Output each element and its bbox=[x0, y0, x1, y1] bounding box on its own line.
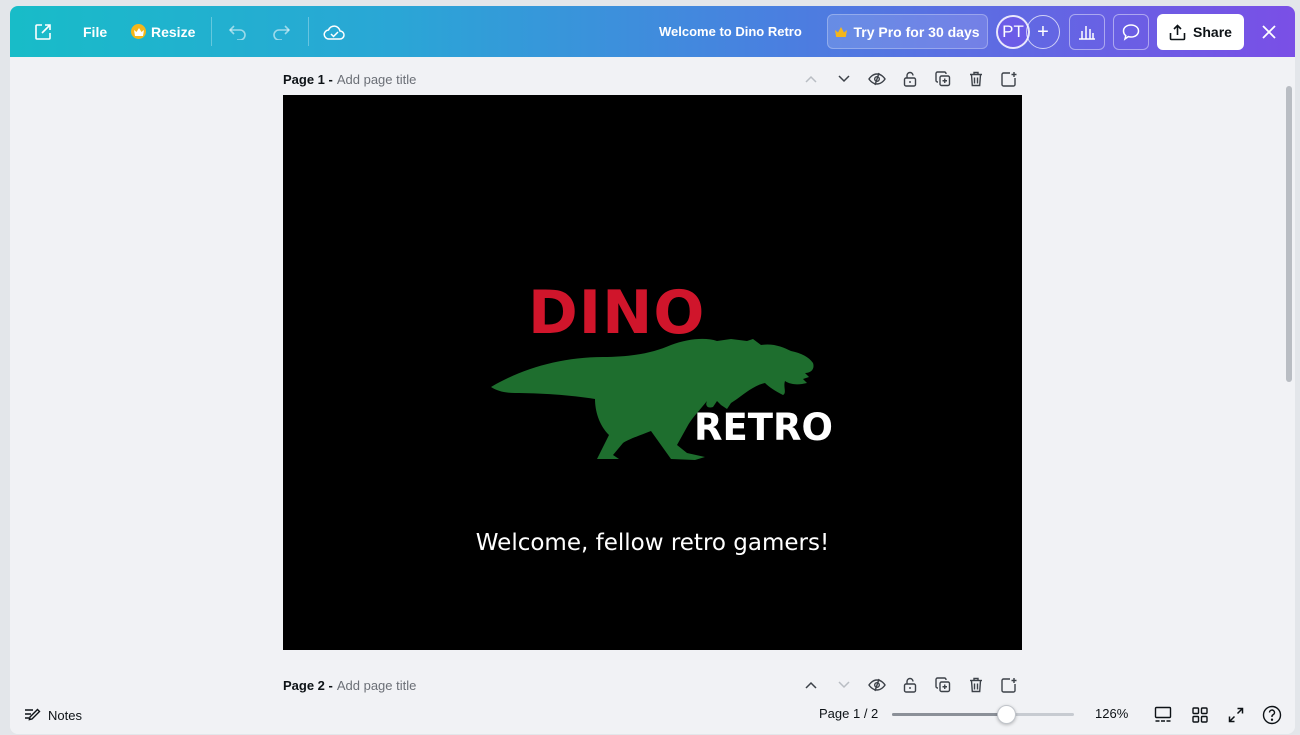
avatar[interactable]: PT bbox=[996, 15, 1030, 49]
top-bar: File Resize Welcome to Dino Retro Try Pr… bbox=[10, 6, 1295, 57]
comments-button[interactable] bbox=[1113, 14, 1149, 50]
try-pro-label: Try Pro for 30 days bbox=[853, 23, 980, 40]
redo-icon[interactable] bbox=[264, 15, 298, 49]
lock-icon[interactable] bbox=[898, 68, 922, 90]
document-title[interactable]: Welcome to Dino Retro bbox=[659, 6, 802, 57]
chevron-up-icon[interactable] bbox=[799, 674, 823, 696]
lock-icon[interactable] bbox=[898, 674, 922, 696]
divider bbox=[308, 17, 309, 46]
page-view-icon[interactable] bbox=[1151, 703, 1175, 727]
page-title-input[interactable]: Add page title bbox=[337, 72, 417, 87]
hide-page-icon[interactable] bbox=[865, 674, 889, 696]
page-label: Page 2 - bbox=[283, 677, 333, 693]
undo-icon[interactable] bbox=[221, 15, 255, 49]
zoom-slider-fill bbox=[892, 713, 1007, 716]
editor-window: File Resize Welcome to Dino Retro Try Pr… bbox=[10, 6, 1295, 734]
upload-icon bbox=[1169, 23, 1186, 40]
resize-button[interactable]: Resize bbox=[131, 6, 195, 57]
design-canvas-page-1[interactable]: DINO RETRO Welcome, fellow retro gamers! bbox=[283, 95, 1022, 650]
add-page-icon[interactable] bbox=[997, 674, 1021, 696]
notes-icon bbox=[25, 708, 41, 721]
chevron-down-icon[interactable] bbox=[832, 674, 856, 696]
vertical-scrollbar[interactable] bbox=[1286, 86, 1292, 382]
page-label: Page 1 - bbox=[283, 71, 333, 87]
notes-button[interactable]: Notes bbox=[24, 704, 82, 726]
trash-icon[interactable] bbox=[964, 674, 988, 696]
grid-view-icon[interactable] bbox=[1188, 703, 1212, 727]
resize-label: Resize bbox=[151, 23, 196, 40]
duplicate-page-icon[interactable] bbox=[931, 674, 955, 696]
chevron-up-icon[interactable] bbox=[799, 68, 823, 90]
try-pro-button[interactable]: Try Pro for 30 days bbox=[827, 14, 988, 49]
share-label: Share bbox=[1193, 24, 1232, 40]
open-external-icon[interactable] bbox=[26, 15, 60, 49]
share-button[interactable]: Share bbox=[1157, 14, 1244, 50]
trash-icon[interactable] bbox=[964, 68, 988, 90]
bar-chart-icon bbox=[1079, 26, 1095, 40]
comment-icon bbox=[1122, 24, 1140, 41]
page-1-header: Page 1 - Add page title bbox=[283, 68, 1023, 90]
crown-icon bbox=[835, 26, 848, 37]
page-2-header: Page 2 - Add page title bbox=[283, 674, 1023, 696]
file-menu[interactable]: File bbox=[83, 6, 107, 57]
help-icon[interactable] bbox=[1260, 703, 1284, 727]
cloud-saved-icon[interactable] bbox=[317, 15, 351, 49]
page-title-input[interactable]: Add page title bbox=[337, 678, 417, 693]
fullscreen-icon[interactable] bbox=[1224, 703, 1248, 727]
close-icon[interactable] bbox=[1252, 15, 1286, 49]
zoom-slider-handle[interactable] bbox=[997, 705, 1016, 724]
add-collaborator-button[interactable]: + bbox=[1026, 15, 1060, 49]
notes-label: Notes bbox=[48, 707, 82, 723]
welcome-text[interactable]: Welcome, fellow retro gamers! bbox=[283, 530, 1022, 556]
divider bbox=[211, 17, 212, 46]
hide-page-icon[interactable] bbox=[865, 68, 889, 90]
page-count[interactable]: Page 1 / 2 bbox=[819, 706, 878, 721]
logo-retro-text[interactable]: RETRO bbox=[694, 406, 833, 449]
insights-button[interactable] bbox=[1069, 14, 1105, 50]
duplicate-page-icon[interactable] bbox=[931, 68, 955, 90]
bottom-bar: Notes Page 1 / 2 126% bbox=[10, 698, 1295, 734]
zoom-level[interactable]: 126% bbox=[1095, 706, 1128, 721]
add-page-icon[interactable] bbox=[997, 68, 1021, 90]
zoom-slider[interactable] bbox=[892, 705, 1074, 724]
crown-icon bbox=[131, 24, 146, 39]
chevron-down-icon[interactable] bbox=[832, 68, 856, 90]
